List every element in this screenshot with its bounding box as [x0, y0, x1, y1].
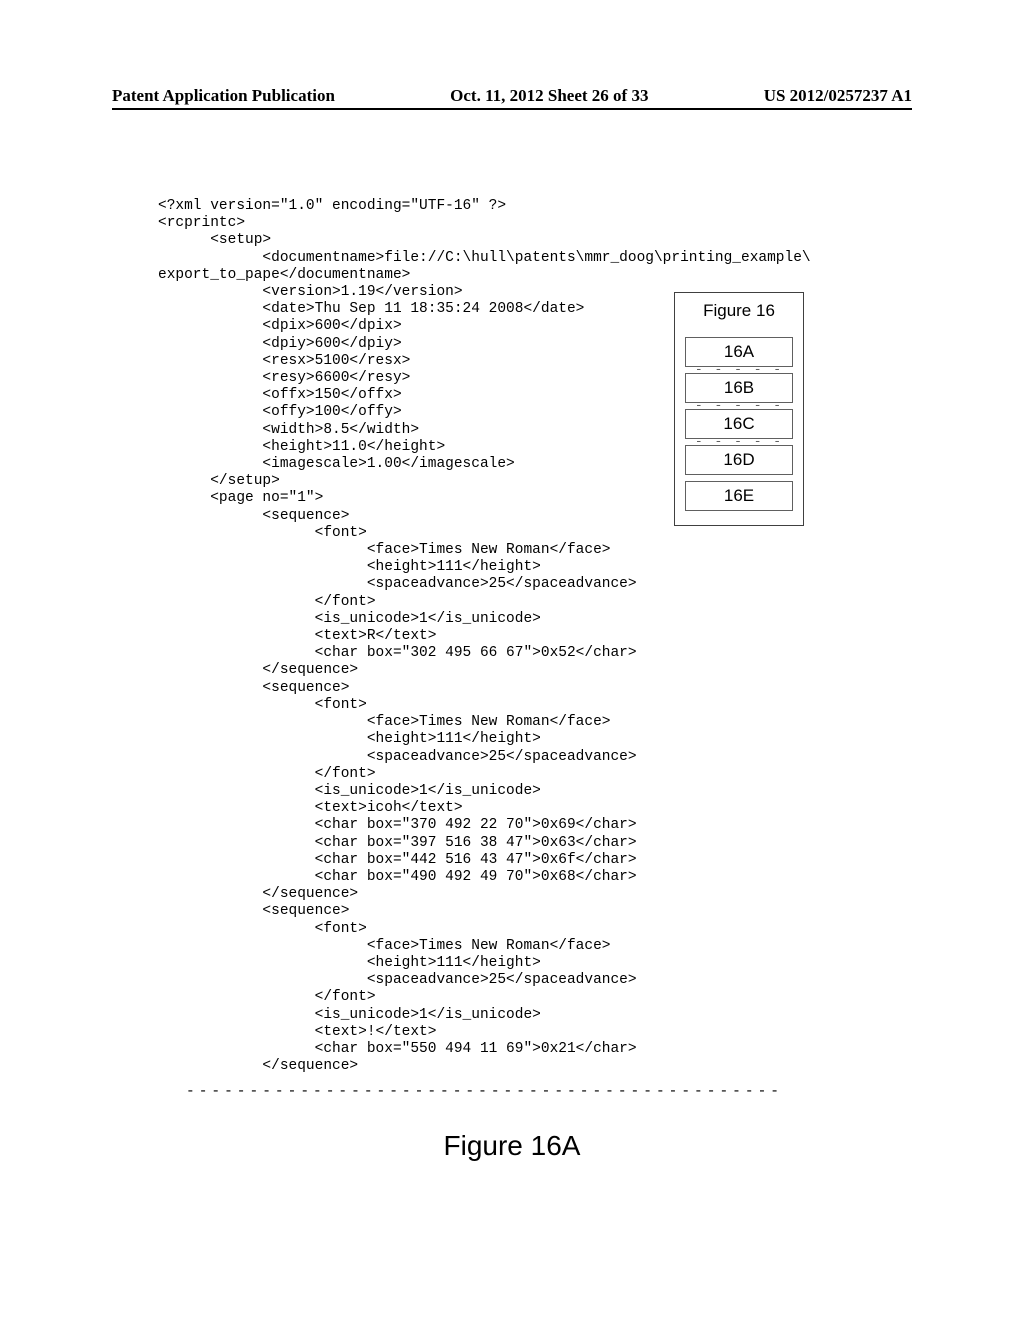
- figure-nav-item: 16E: [685, 481, 793, 511]
- figure-navigator: Figure 16 16A - - - - - 16B - - - - - 16…: [674, 292, 804, 526]
- figure-nav-item: 16D: [685, 445, 793, 475]
- page-header: Patent Application Publication Oct. 11, …: [112, 86, 912, 106]
- figure-nav-divider: - - - - -: [685, 439, 793, 445]
- figure-caption: Figure 16A: [0, 1130, 1024, 1162]
- figure-nav-item: 16A: [685, 337, 793, 367]
- header-right: US 2012/0257237 A1: [764, 86, 912, 106]
- figure-nav-item: 16C: [685, 409, 793, 439]
- figure-nav-divider: - - - - -: [685, 403, 793, 409]
- figure-navigator-title: Figure 16: [675, 293, 803, 331]
- figure-navigator-body: 16A - - - - - 16B - - - - - 16C - - - - …: [675, 331, 803, 525]
- header-center: Oct. 11, 2012 Sheet 26 of 33: [450, 86, 648, 106]
- header-left: Patent Application Publication: [112, 86, 335, 106]
- section-separator: ----------------------------------------…: [186, 1084, 784, 1100]
- header-rule: [112, 108, 912, 110]
- figure-nav-divider: - - - - -: [685, 367, 793, 373]
- figure-nav-item: 16B: [685, 373, 793, 403]
